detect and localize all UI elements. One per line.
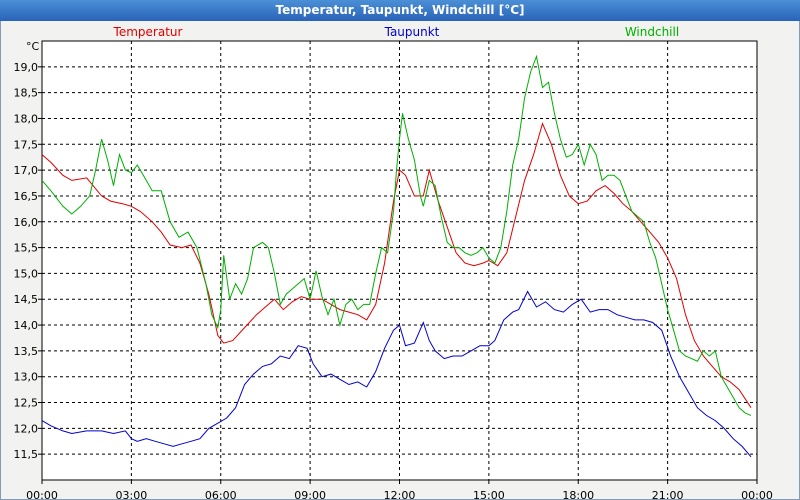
window-title: Temperatur, Taupunkt, Windchill [°C]	[275, 3, 525, 17]
y-tick-label: 14,0	[14, 319, 39, 332]
x-tick-time: 06:00	[205, 489, 237, 500]
legend-temperatur: Temperatur	[113, 25, 183, 39]
x-axis: 00:0027.05.1403:0027.05.1406:0027.05.140…	[26, 480, 773, 500]
x-tick-time: 03:00	[116, 489, 148, 500]
y-tick-label: 19,0	[14, 61, 39, 74]
y-tick-label: 16,5	[14, 190, 39, 203]
y-tick-label: 12,5	[14, 397, 39, 410]
y-tick-label: 18,5	[14, 87, 39, 100]
y-tick-label: 11,5	[14, 448, 39, 461]
x-tick-time: 09:00	[294, 489, 326, 500]
y-axis: 11,5 12,0 12,5 13,0 13,5 14,0 14,5 15,0 15,5 16,0…	[14, 61, 42, 461]
y-tick-label: 15,0	[14, 267, 39, 280]
x-tick-time: 12:00	[384, 489, 416, 500]
y-tick-label: 14,5	[14, 293, 39, 306]
y-tick-label: 16,0	[14, 216, 39, 229]
line-chart: 11,5 12,0 12,5 13,0 13,5 14,0 14,5 15,0 15,5 16,0…	[14, 25, 773, 500]
y-tick-label: 17,0	[14, 164, 39, 177]
x-tick-time: 15:00	[473, 489, 505, 500]
title-bar: Temperatur, Taupunkt, Windchill [°C]	[0, 0, 800, 22]
y-tick-label: 18,0	[14, 112, 39, 125]
x-tick-time: 18:00	[562, 489, 594, 500]
legend-taupunkt: Taupunkt	[384, 25, 440, 39]
y-tick-label: 17,5	[14, 138, 39, 151]
y-tick-label: 12,0	[14, 422, 39, 435]
x-tick-time: 21:00	[652, 489, 684, 500]
legend: Temperatur Taupunkt Windchill	[113, 25, 680, 39]
y-tick-label: 15,5	[14, 242, 39, 255]
x-tick-time: 00:00	[26, 489, 58, 500]
y-tick-label: 13,0	[14, 371, 39, 384]
legend-windchill: Windchill	[625, 25, 679, 39]
x-tick-time: 00:00	[741, 489, 773, 500]
y-tick-label: 13,5	[14, 345, 39, 358]
y-unit-label: °C	[26, 40, 40, 53]
